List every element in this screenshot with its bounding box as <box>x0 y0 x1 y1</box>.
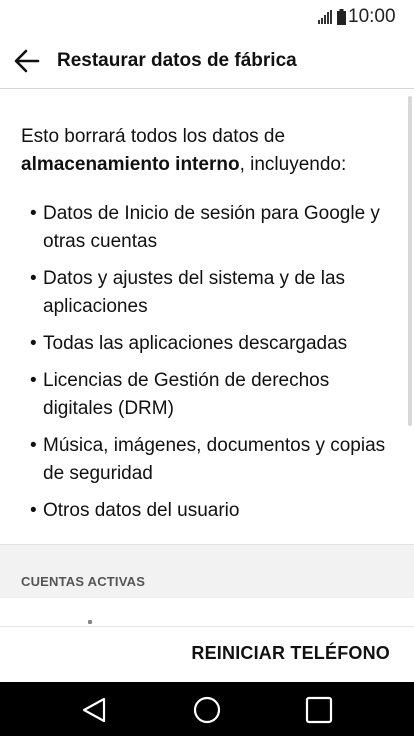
list-item: • Todas las aplicaciones descargadas <box>0 330 393 358</box>
nav-home-icon[interactable] <box>191 694 223 726</box>
intro-text: Esto borrará todos los datos de almacena… <box>21 123 401 179</box>
list-item-label: Licencias de Gestión de derechos digital… <box>43 370 330 419</box>
list-item: • Datos y ajustes del sistema y de las ap… <box>0 265 393 321</box>
bullet-dot: • <box>30 203 37 224</box>
page-title: Restaurar datos de fábrica <box>57 50 297 71</box>
bullet-dot: • <box>30 370 37 391</box>
list-item: • Música, imágenes, documentos y copias d… <box>0 432 393 488</box>
nav-recent-apps-icon[interactable] <box>303 694 335 726</box>
list-item-label: Datos y ajustes del sistema y de las apl… <box>43 268 346 317</box>
signal-icon <box>318 10 332 24</box>
status-clock: 10:00 <box>348 6 396 27</box>
list-item: • Otros datos del usuario <box>0 497 393 525</box>
action-bar: REINICIAR TELÉFONO <box>0 627 414 682</box>
bullet-dot: • <box>30 333 37 354</box>
list-item-label: Otros datos del usuario <box>43 500 240 521</box>
bullet-dot: • <box>30 268 37 289</box>
nav-back-icon[interactable] <box>79 694 111 726</box>
status-bar: 10:00 <box>0 0 414 34</box>
list-item: • Licencias de Gestión de derechos digita… <box>0 367 393 423</box>
content-area[interactable]: Esto borrará todos los datos de almacena… <box>0 89 414 544</box>
intro-prefix: Esto borrará todos los datos de <box>21 126 286 147</box>
reset-phone-button[interactable]: REINICIAR TELÉFONO <box>191 641 390 665</box>
battery-icon <box>337 9 346 25</box>
list-item-label: Música, imágenes, documentos y copias de… <box>43 435 386 484</box>
arrow-left-icon[interactable] <box>13 48 41 74</box>
list-item: • Datos de Inicio de sesión para Google y… <box>0 200 393 256</box>
intro-suffix: , incluyendo: <box>239 154 347 175</box>
data-list: • Datos de Inicio de sesión para Google y… <box>0 200 404 534</box>
intro-bold: almacenamiento interno <box>21 154 240 175</box>
account-row-partial[interactable] <box>0 598 414 627</box>
scrollbar[interactable] <box>408 96 412 426</box>
bullet-dot: • <box>30 500 37 521</box>
app-bar: Restaurar datos de fábrica <box>0 34 414 89</box>
accounts-section: CUENTAS ACTIVAS <box>0 544 414 599</box>
bullet-dot: • <box>30 435 37 456</box>
partial-row-mark <box>88 620 92 624</box>
navigation-bar <box>0 682 414 736</box>
list-item-label: Datos de Inicio de sesión para Google y … <box>43 203 380 252</box>
section-header: CUENTAS ACTIVAS <box>21 574 146 589</box>
list-item-label: Todas las aplicaciones descargadas <box>43 333 348 354</box>
